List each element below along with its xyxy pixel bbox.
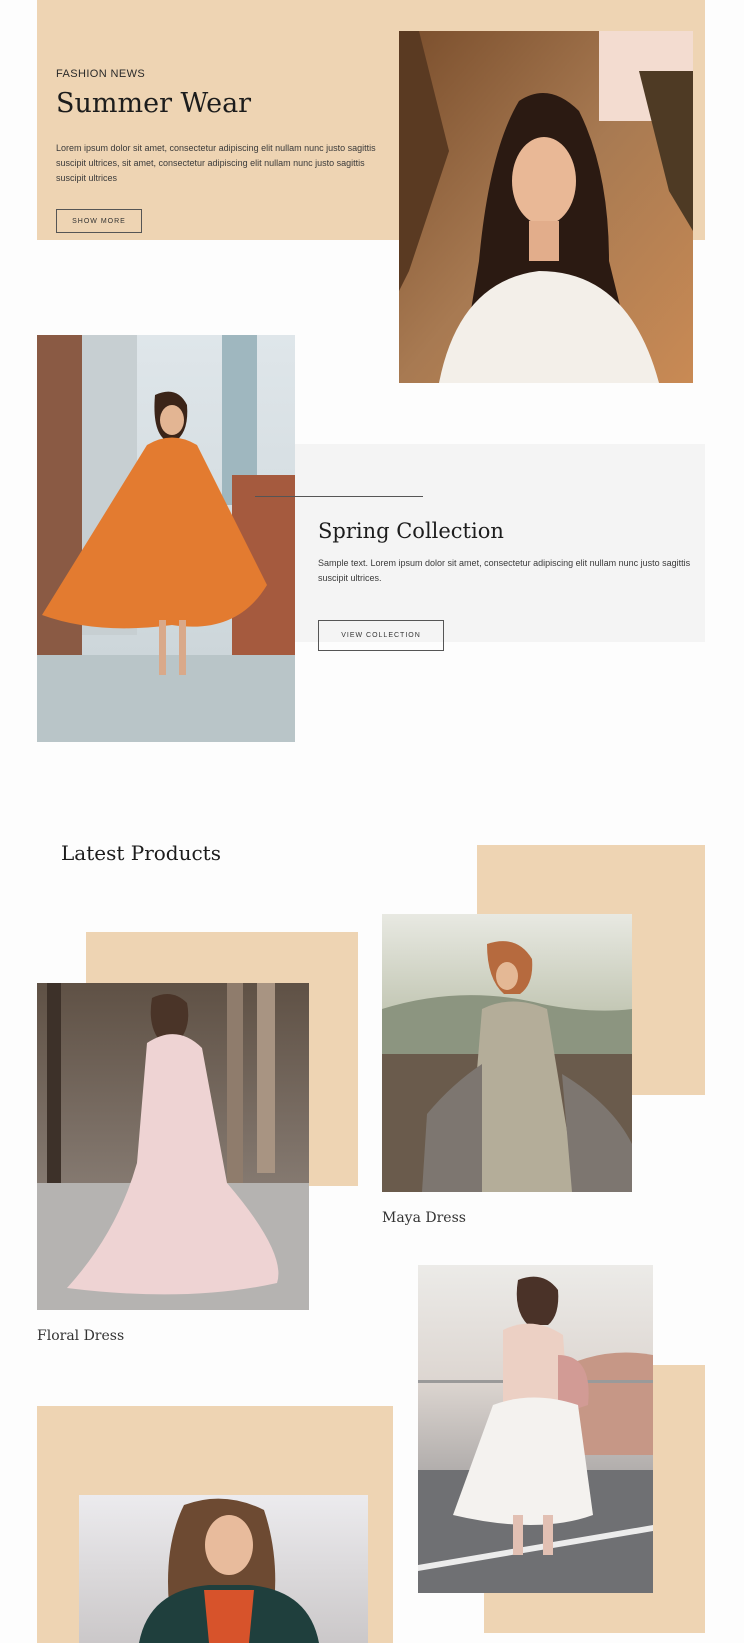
hero-title: Summer Wear	[56, 88, 252, 119]
view-collection-button[interactable]: VIEW COLLECTION	[318, 620, 444, 651]
spring-collection-body: Sample text. Lorem ipsum dolor sit amet,…	[318, 558, 691, 583]
spring-divider-line	[255, 496, 423, 497]
page: FASHION NEWS Summer Wear Lorem ipsum dol…	[0, 0, 744, 1643]
tulle-skirt-photo[interactable]	[418, 1265, 653, 1593]
spring-collection-title: Spring Collection	[318, 519, 504, 543]
hero-woman-photo	[399, 31, 693, 383]
jacket-photo[interactable]	[79, 1495, 368, 1643]
show-more-button[interactable]: SHOW MORE	[56, 209, 142, 233]
maya-dress-photo[interactable]	[382, 914, 632, 1192]
spring-collection-panel	[295, 444, 705, 642]
hero-eyebrow: FASHION NEWS	[56, 68, 146, 80]
hero-body: Lorem ipsum dolor sit amet, consectetur …	[56, 143, 376, 183]
maya-dress-name[interactable]: Maya Dress	[382, 1210, 466, 1226]
floral-dress-name[interactable]: Floral Dress	[37, 1328, 124, 1344]
spring-orange-dress-photo	[37, 335, 295, 742]
floral-dress-photo[interactable]	[37, 983, 309, 1310]
latest-products-title: Latest Products	[61, 841, 221, 865]
